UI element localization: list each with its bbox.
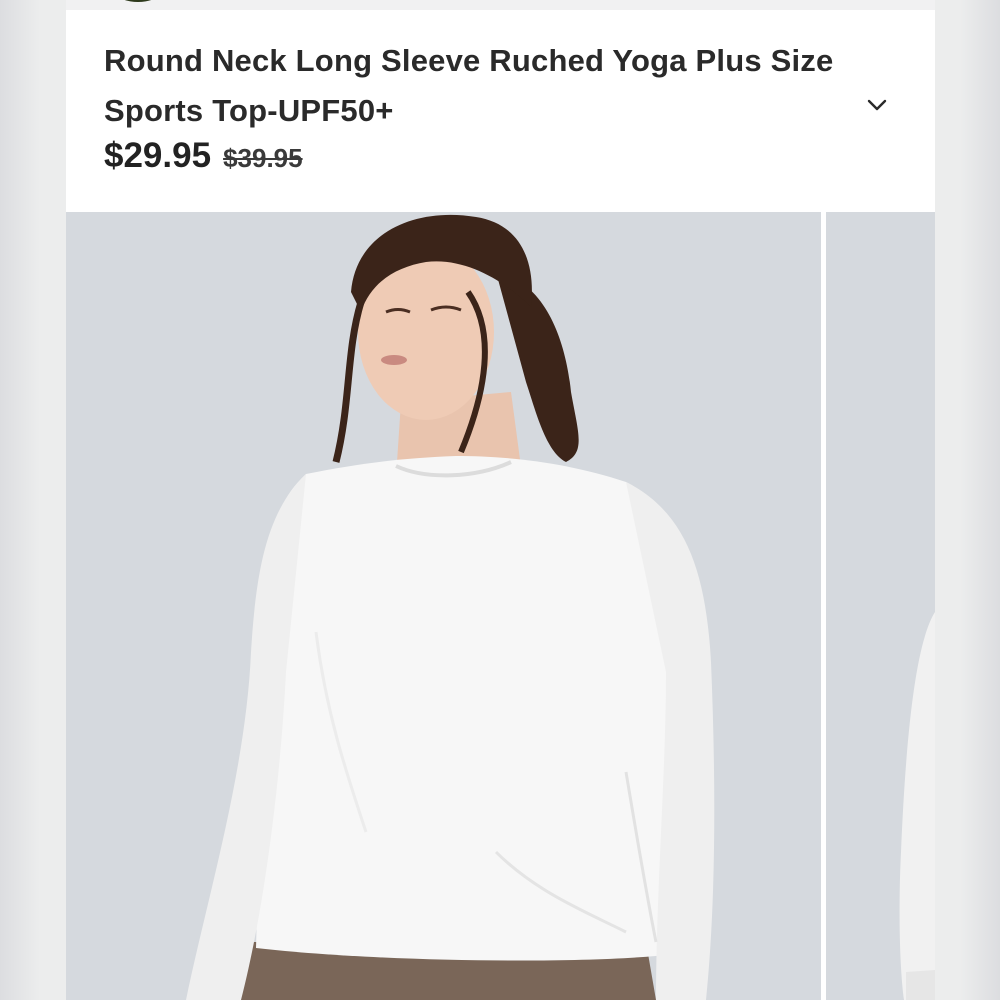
sale-price: $29.95	[104, 136, 212, 175]
product-photo-next-preview[interactable]	[826, 212, 935, 1000]
next-photo-illustration	[826, 212, 935, 1000]
brand-logo	[118, 0, 158, 2]
product-photo-main[interactable]	[66, 212, 821, 1000]
price-row: $29.95 $39.95	[104, 136, 303, 176]
original-price: $39.95	[223, 143, 303, 173]
product-image-gallery[interactable]	[66, 212, 935, 1000]
model-photo-illustration	[66, 212, 821, 1000]
product-page: Round Neck Long Sleeve Ruched Yoga Plus …	[66, 0, 935, 1000]
phone-screenshot-frame: Round Neck Long Sleeve Ruched Yoga Plus …	[0, 0, 1000, 1000]
product-info-panel: Round Neck Long Sleeve Ruched Yoga Plus …	[66, 10, 935, 212]
top-bar	[66, 0, 935, 10]
product-title: Round Neck Long Sleeve Ruched Yoga Plus …	[104, 43, 834, 128]
chevron-down-icon[interactable]	[866, 94, 888, 116]
